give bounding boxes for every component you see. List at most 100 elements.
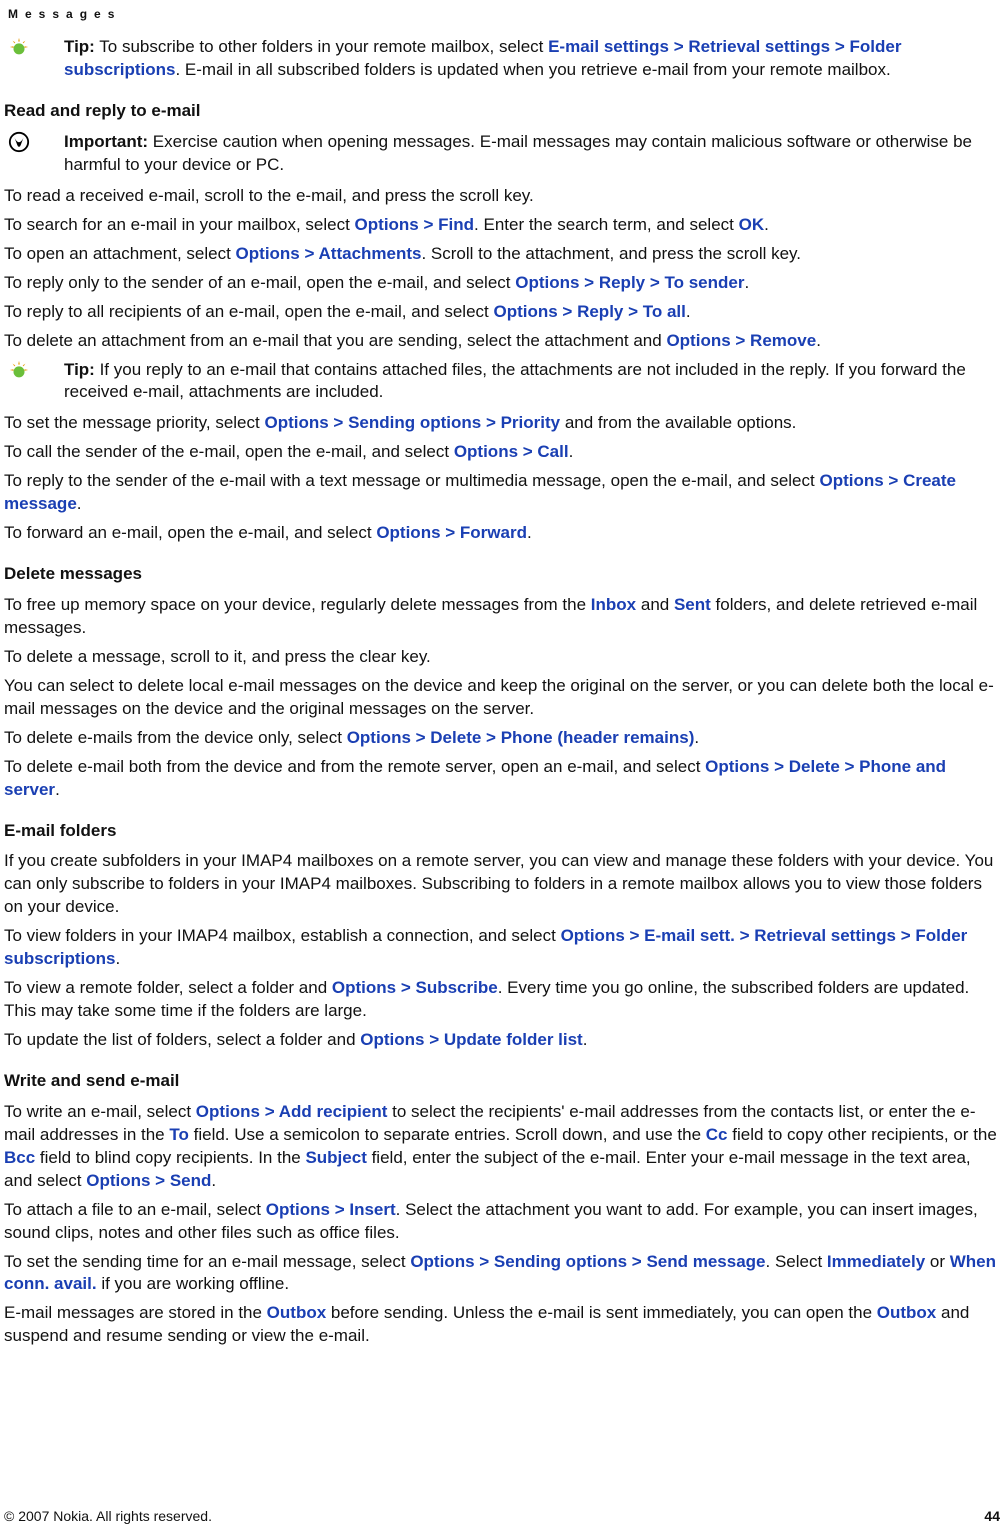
link-update-folder-list[interactable]: Update folder list xyxy=(444,1030,583,1049)
paragraph: To reply to all recipients of an e-mail,… xyxy=(4,301,1000,324)
text: . xyxy=(686,302,691,321)
page-footer: © 2007 Nokia. All rights reserved. 44 xyxy=(4,1507,1000,1526)
link-options[interactable]: Options xyxy=(196,1102,260,1121)
link-options[interactable]: Options xyxy=(266,1200,330,1219)
link-options[interactable]: Options xyxy=(493,302,557,321)
link-forward[interactable]: Forward xyxy=(460,523,527,542)
link-bcc-field[interactable]: Bcc xyxy=(4,1148,35,1167)
paragraph: To delete e-mails from the device only, … xyxy=(4,727,1000,750)
paragraph: If you create subfolders in your IMAP4 m… xyxy=(4,850,1000,919)
paragraph: E-mail messages are stored in the Outbox… xyxy=(4,1302,1000,1348)
link-add-recipient[interactable]: Add recipient xyxy=(279,1102,388,1121)
link-subject-field[interactable]: Subject xyxy=(305,1148,366,1167)
text: To forward an e-mail, open the e-mail, a… xyxy=(4,523,376,542)
link-options[interactable]: Options xyxy=(666,331,730,350)
paragraph: To view folders in your IMAP4 mailbox, e… xyxy=(4,925,1000,971)
paragraph: To set the message priority, select Opti… xyxy=(4,412,1000,435)
text: To update the list of folders, select a … xyxy=(4,1030,360,1049)
paragraph: To search for an e-mail in your mailbox,… xyxy=(4,214,1000,237)
text: . xyxy=(211,1171,216,1190)
link-send-message[interactable]: Send message xyxy=(646,1252,765,1271)
paragraph: To read a received e-mail, scroll to the… xyxy=(4,185,1000,208)
text: field to copy other recipients, or the xyxy=(728,1125,997,1144)
link-options[interactable]: Options xyxy=(264,413,328,432)
link-options[interactable]: Options xyxy=(410,1252,474,1271)
link-email-settings[interactable]: E-mail settings xyxy=(548,37,669,56)
link-inbox[interactable]: Inbox xyxy=(591,595,636,614)
paragraph: To forward an e-mail, open the e-mail, a… xyxy=(4,522,1000,545)
tip-note: Tip: To subscribe to other folders in yo… xyxy=(4,36,1000,82)
important-label: Important: xyxy=(64,132,153,151)
paragraph: To delete a message, scroll to it, and p… xyxy=(4,646,1000,669)
link-options[interactable]: Options xyxy=(355,215,419,234)
text: . xyxy=(694,728,699,747)
link-sending-options[interactable]: Sending options xyxy=(494,1252,627,1271)
link-delete[interactable]: Delete xyxy=(789,757,840,776)
link-reply[interactable]: Reply xyxy=(599,273,645,292)
link-options[interactable]: Options xyxy=(561,926,625,945)
link-to-sender[interactable]: To sender xyxy=(665,273,745,292)
paragraph: To open an attachment, select Options > … xyxy=(4,243,1000,266)
link-to-field[interactable]: To xyxy=(169,1125,189,1144)
link-attachments[interactable]: Attachments xyxy=(319,244,422,263)
link-options[interactable]: Options xyxy=(86,1171,150,1190)
text: . xyxy=(77,494,82,513)
link-ok[interactable]: OK xyxy=(739,215,765,234)
text: field. Use a semicolon to separate entri… xyxy=(189,1125,706,1144)
link-immediately[interactable]: Immediately xyxy=(827,1252,925,1271)
text: To delete e-mail both from the device an… xyxy=(4,757,705,776)
text: . xyxy=(744,273,749,292)
link-outbox[interactable]: Outbox xyxy=(877,1303,937,1322)
link-options[interactable]: Options xyxy=(236,244,300,263)
text: To free up memory space on your device, … xyxy=(4,595,591,614)
text: . xyxy=(583,1030,588,1049)
link-options[interactable]: Options xyxy=(376,523,440,542)
link-options[interactable]: Options xyxy=(515,273,579,292)
link-outbox[interactable]: Outbox xyxy=(267,1303,327,1322)
link-delete[interactable]: Delete xyxy=(430,728,481,747)
link-phone-header-remains[interactable]: Phone (header remains) xyxy=(501,728,695,747)
tip-note: Tip: If you reply to an e-mail that cont… xyxy=(4,359,1000,405)
link-options[interactable]: Options xyxy=(705,757,769,776)
text: To view folders in your IMAP4 mailbox, e… xyxy=(4,926,561,945)
heading-email-folders: E-mail folders xyxy=(4,820,1000,843)
link-options[interactable]: Options xyxy=(454,442,518,461)
link-to-all[interactable]: To all xyxy=(643,302,686,321)
link-cc-field[interactable]: Cc xyxy=(706,1125,728,1144)
paragraph: You can select to delete local e-mail me… xyxy=(4,675,1000,721)
text: To delete e-mails from the device only, … xyxy=(4,728,347,747)
link-options[interactable]: Options xyxy=(347,728,411,747)
link-retrieval-settings[interactable]: Retrieval settings xyxy=(754,926,896,945)
text: before sending. Unless the e-mail is sen… xyxy=(326,1303,877,1322)
text: To write an e-mail, select xyxy=(4,1102,196,1121)
link-options[interactable]: Options xyxy=(332,978,396,997)
link-options[interactable]: Options xyxy=(360,1030,424,1049)
text: field to blind copy recipients. In the xyxy=(35,1148,305,1167)
link-email-sett[interactable]: E-mail sett. xyxy=(644,926,735,945)
text: Exercise caution when opening messages. … xyxy=(64,132,972,174)
link-retrieval-settings[interactable]: Retrieval settings xyxy=(688,37,830,56)
link-sending-options[interactable]: Sending options xyxy=(348,413,481,432)
page-number: 44 xyxy=(984,1507,1000,1526)
text: . Scroll to the attachment, and press th… xyxy=(421,244,801,263)
link-reply[interactable]: Reply xyxy=(577,302,623,321)
link-subscribe[interactable]: Subscribe xyxy=(416,978,498,997)
link-sent[interactable]: Sent xyxy=(674,595,711,614)
tip-label: Tip: xyxy=(64,37,95,56)
link-priority[interactable]: Priority xyxy=(501,413,561,432)
link-insert[interactable]: Insert xyxy=(349,1200,395,1219)
text: and from the available options. xyxy=(560,413,796,432)
text: if you are working offline. xyxy=(97,1274,289,1293)
paragraph: To call the sender of the e-mail, open t… xyxy=(4,441,1000,464)
link-call[interactable]: Call xyxy=(537,442,568,461)
link-options[interactable]: Options xyxy=(819,471,883,490)
link-send[interactable]: Send xyxy=(170,1171,212,1190)
important-icon xyxy=(8,131,30,160)
link-find[interactable]: Find xyxy=(438,215,474,234)
text: . xyxy=(764,215,769,234)
text: To call the sender of the e-mail, open t… xyxy=(4,442,454,461)
paragraph: To reply only to the sender of an e-mail… xyxy=(4,272,1000,295)
paragraph: To update the list of folders, select a … xyxy=(4,1029,1000,1052)
link-remove[interactable]: Remove xyxy=(750,331,816,350)
text: E-mail messages are stored in the xyxy=(4,1303,267,1322)
